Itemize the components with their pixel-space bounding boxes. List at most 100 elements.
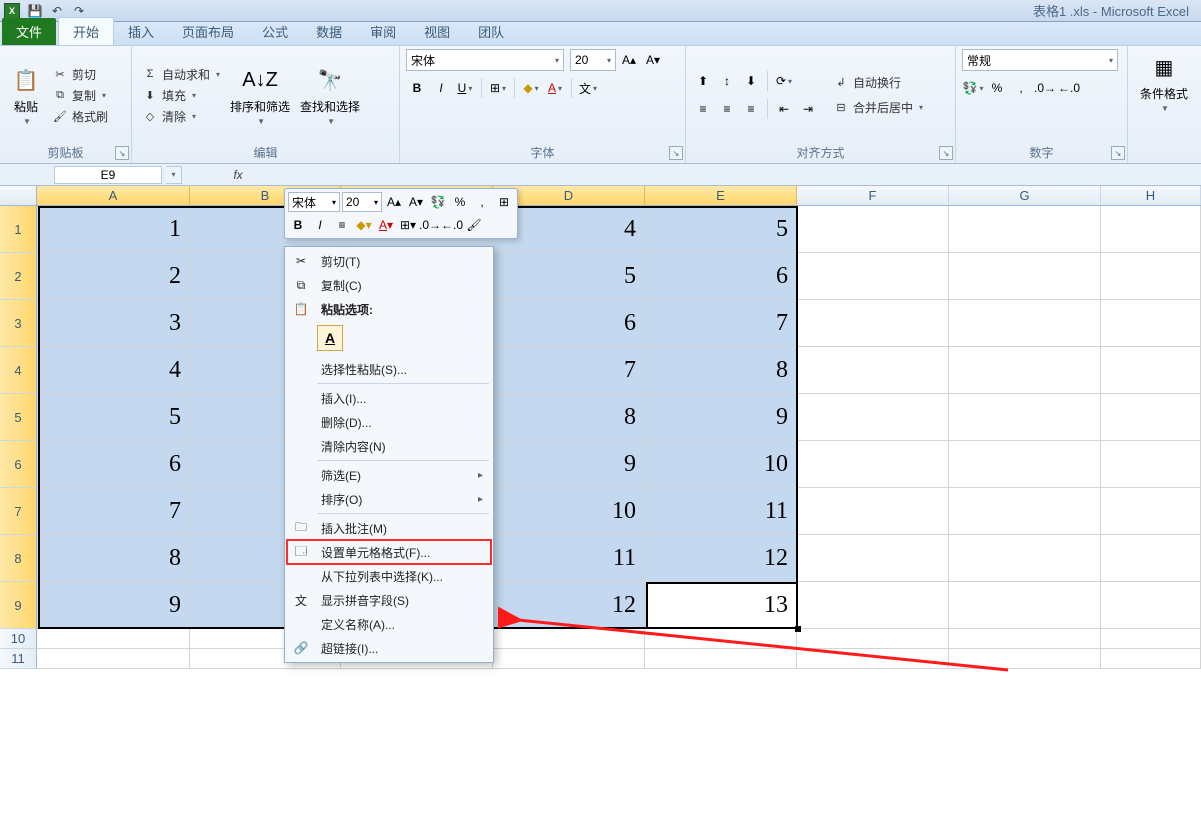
cell[interactable]: 7 <box>645 300 797 347</box>
cell[interactable]: 12 <box>645 535 797 582</box>
cell[interactable]: 8 <box>645 347 797 394</box>
paste-option-values[interactable]: A <box>317 325 343 351</box>
cell[interactable] <box>1101 347 1201 394</box>
cell[interactable] <box>1101 629 1201 649</box>
cell[interactable] <box>949 649 1101 669</box>
font-name-combo[interactable]: 宋体▾ <box>406 49 564 71</box>
cell[interactable]: 11 <box>645 488 797 535</box>
cell[interactable] <box>1101 535 1201 582</box>
cell[interactable] <box>797 488 949 535</box>
mini-shrink-icon[interactable]: A▾ <box>406 192 426 212</box>
cell[interactable]: 10 <box>493 488 645 535</box>
mini-borders-icon[interactable]: ⊞▾ <box>398 215 418 235</box>
row-header-3[interactable]: 3 <box>0 300 37 347</box>
fill-handle[interactable] <box>795 626 801 632</box>
copy-button[interactable]: ⧉复制▾ <box>48 86 112 105</box>
mini-font-combo[interactable]: 宋体▾ <box>288 192 340 212</box>
cell[interactable] <box>949 206 1101 253</box>
cell[interactable]: 7 <box>37 488 190 535</box>
row-header-9[interactable]: 9 <box>0 582 37 629</box>
fx-icon[interactable]: fx <box>226 166 250 184</box>
cell[interactable] <box>949 582 1101 629</box>
align-launcher[interactable]: ↘ <box>939 146 953 160</box>
cell[interactable]: 7 <box>493 347 645 394</box>
menu-sort[interactable]: 排序(O)▸ <box>287 487 491 511</box>
tab-formulas[interactable]: 公式 <box>248 18 302 45</box>
mini-currency-icon[interactable]: 💱 <box>428 192 448 212</box>
indent-dec-icon[interactable]: ⇤ <box>773 98 795 120</box>
cell[interactable] <box>949 394 1101 441</box>
col-header-F[interactable]: F <box>797 186 949 205</box>
align-top-icon[interactable]: ⬆ <box>692 70 714 92</box>
cell[interactable] <box>1101 488 1201 535</box>
currency-icon[interactable]: 💱▾ <box>962 77 984 99</box>
comma-icon[interactable]: , <box>1010 77 1032 99</box>
tab-team[interactable]: 团队 <box>464 18 518 45</box>
cell[interactable] <box>1101 441 1201 488</box>
menu-hyperlink[interactable]: 🔗超链接(I)... <box>287 636 491 660</box>
cell[interactable] <box>797 300 949 347</box>
cell[interactable] <box>797 582 949 629</box>
menu-insert[interactable]: 插入(I)... <box>287 386 491 410</box>
cells[interactable]: 1234523456345674567856789678910789101189… <box>37 206 1201 669</box>
menu-paste-special[interactable]: 选择性粘贴(S)... <box>287 357 491 381</box>
cell[interactable] <box>1101 649 1201 669</box>
merge-button[interactable]: ⊟合并后居中▾ <box>829 98 927 117</box>
grow-font-icon[interactable]: A▴ <box>618 49 640 71</box>
cell[interactable] <box>1101 253 1201 300</box>
cell[interactable] <box>949 488 1101 535</box>
menu-dropdown-list[interactable]: 从下拉列表中选择(K)... <box>287 564 491 588</box>
underline-button[interactable]: U▾ <box>454 77 476 99</box>
align-middle-icon[interactable]: ↕ <box>716 70 738 92</box>
cell[interactable] <box>493 649 645 669</box>
menu-comment[interactable]: 🗀插入批注(M) <box>287 516 491 540</box>
cell[interactable] <box>797 206 949 253</box>
cell[interactable] <box>37 629 190 649</box>
align-center-icon[interactable]: ≡ <box>716 98 738 120</box>
mini-size-combo[interactable]: 20▾ <box>342 192 382 212</box>
cell[interactable]: 9 <box>493 441 645 488</box>
cell[interactable] <box>949 253 1101 300</box>
cell[interactable] <box>645 649 797 669</box>
autosum-button[interactable]: Σ自动求和▾ <box>138 65 224 84</box>
row-header-6[interactable]: 6 <box>0 441 37 488</box>
menu-cut[interactable]: ✂剪切(T) <box>287 249 491 273</box>
cell[interactable]: 4 <box>37 347 190 394</box>
spreadsheet-grid[interactable]: ABCDEFGH 1234567891011 12345234563456745… <box>0 186 1201 826</box>
mini-decdec-icon[interactable]: ←.0 <box>442 215 462 235</box>
wrap-button[interactable]: ↲自动换行 <box>829 73 927 92</box>
find-button[interactable]: 🔭 查找和选择 ▼ <box>296 62 364 128</box>
tab-view[interactable]: 视图 <box>410 18 464 45</box>
phonetic-button[interactable]: 文▾ <box>577 77 599 99</box>
italic-button[interactable]: I <box>430 77 452 99</box>
percent-icon[interactable]: % <box>986 77 1008 99</box>
shrink-font-icon[interactable]: A▾ <box>642 49 664 71</box>
cell[interactable] <box>1101 582 1201 629</box>
cell[interactable]: 9 <box>645 394 797 441</box>
cell[interactable] <box>949 300 1101 347</box>
cell[interactable]: 5 <box>645 206 797 253</box>
cell[interactable]: 3 <box>37 300 190 347</box>
cell[interactable]: 8 <box>37 535 190 582</box>
fill-button[interactable]: ⬇填充▾ <box>138 86 224 105</box>
mini-brush-icon[interactable]: 🖌 <box>464 215 484 235</box>
row-header-1[interactable]: 1 <box>0 206 37 253</box>
font-size-combo[interactable]: 20▾ <box>570 49 616 71</box>
dec-decimal-icon[interactable]: ←.0 <box>1058 77 1080 99</box>
cell[interactable] <box>797 535 949 582</box>
row-header-8[interactable]: 8 <box>0 535 37 582</box>
font-color-button[interactable]: A▾ <box>544 77 566 99</box>
cell[interactable]: 12 <box>493 582 645 629</box>
cell[interactable] <box>37 649 190 669</box>
borders-button[interactable]: ⊞▾ <box>487 77 509 99</box>
cell[interactable] <box>797 253 949 300</box>
cell[interactable]: 9 <box>37 582 190 629</box>
cell[interactable] <box>797 629 949 649</box>
row-header-11[interactable]: 11 <box>0 649 37 669</box>
col-header-G[interactable]: G <box>949 186 1101 205</box>
name-box-drop[interactable]: ▾ <box>166 166 182 184</box>
menu-filter[interactable]: 筛选(E)▸ <box>287 463 491 487</box>
tab-layout[interactable]: 页面布局 <box>168 18 248 45</box>
number-format-combo[interactable]: 常规▾ <box>962 49 1118 71</box>
cell[interactable]: 5 <box>493 253 645 300</box>
